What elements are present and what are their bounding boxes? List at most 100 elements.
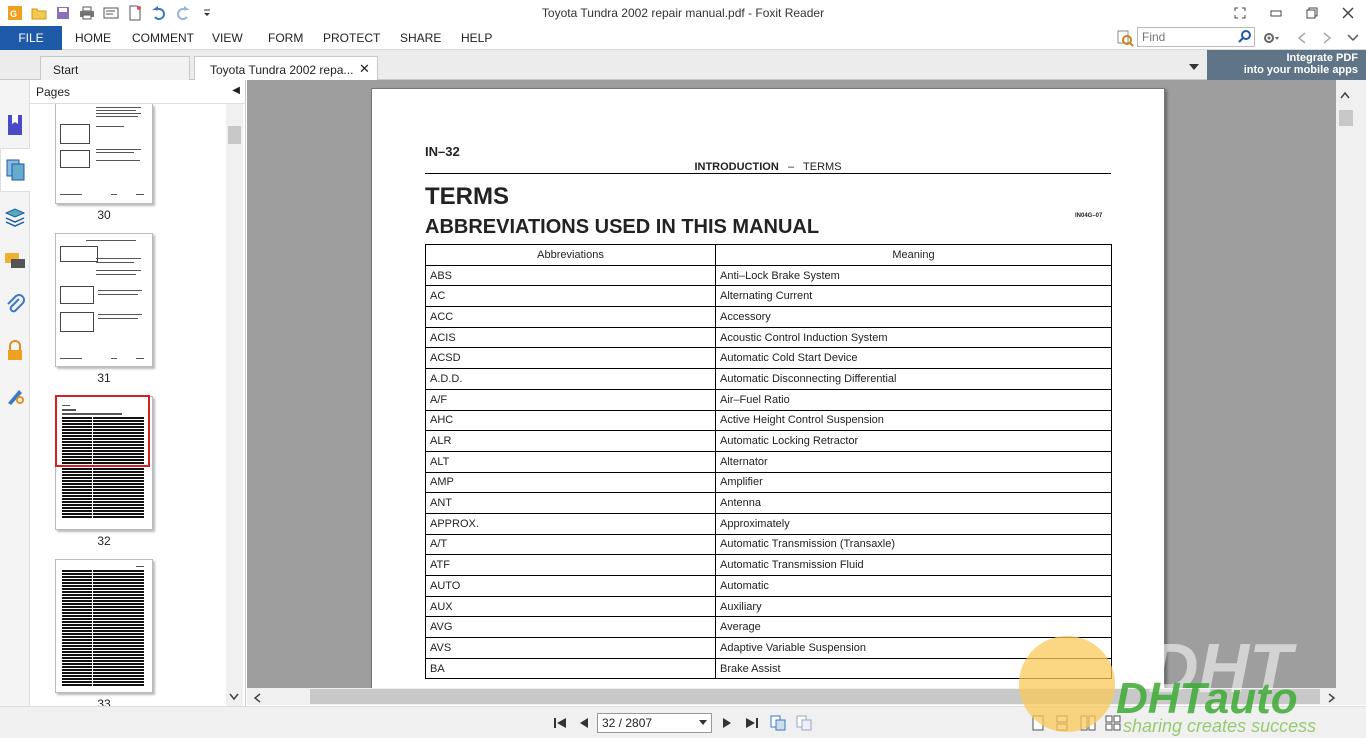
abbreviation-cell: ALT bbox=[425, 450, 716, 473]
meaning-cell: Automatic Transmission Fluid bbox=[715, 554, 1112, 576]
security-lock-icon[interactable] bbox=[4, 340, 26, 362]
continuous-view-icon[interactable] bbox=[1053, 714, 1071, 732]
window-title: Toyota Tundra 2002 repair manual.pdf - F… bbox=[541, 6, 825, 20]
page-thumbnail[interactable] bbox=[55, 233, 153, 367]
menu-help[interactable]: HELP bbox=[461, 31, 492, 45]
collapse-panel-icon[interactable]: ◀ bbox=[232, 85, 240, 96]
first-page-icon[interactable] bbox=[551, 714, 569, 732]
table-row: A/F Air–Fuel Ratio bbox=[425, 388, 1112, 411]
visible-area-frame[interactable] bbox=[55, 395, 150, 467]
navigation-pane bbox=[0, 80, 30, 706]
pages-scroll-thumb[interactable] bbox=[228, 126, 241, 144]
table-row: ALT Alternator bbox=[425, 450, 1112, 473]
header-topic: TERMS bbox=[803, 161, 842, 173]
ribbon-menu: FILE HOME COMMENT VIEW FORM PROTECT SHAR… bbox=[0, 26, 1366, 50]
menu-comment[interactable]: COMMENT bbox=[132, 31, 194, 45]
file-menu-button[interactable]: FILE bbox=[0, 26, 62, 50]
tabs-dropdown-icon[interactable] bbox=[1188, 60, 1200, 74]
pages-icon[interactable] bbox=[0, 148, 30, 192]
scroll-left-icon[interactable] bbox=[253, 692, 261, 706]
abbreviation-cell: ACSD bbox=[425, 347, 716, 370]
menu-share[interactable]: SHARE bbox=[400, 31, 441, 45]
last-page-icon[interactable] bbox=[743, 714, 761, 732]
close-button[interactable] bbox=[1330, 0, 1366, 26]
abbreviation-cell: AHC bbox=[425, 409, 716, 432]
abbreviation-cell: AUTO bbox=[425, 575, 716, 597]
table-row: ALR Automatic Locking Retractor bbox=[425, 430, 1112, 452]
next-result-icon[interactable] bbox=[1318, 29, 1336, 47]
previous-result-icon[interactable] bbox=[1293, 29, 1311, 47]
menu-protect[interactable]: PROTECT bbox=[323, 31, 380, 45]
layers-icon[interactable] bbox=[4, 206, 26, 228]
table-row: AVG Average bbox=[425, 616, 1112, 639]
running-header: INTRODUCTION – TERMS bbox=[425, 161, 1111, 173]
page-thumbnail[interactable] bbox=[55, 559, 153, 693]
previous-view-icon[interactable] bbox=[769, 714, 787, 732]
abbreviation-cell: A/F bbox=[425, 388, 716, 411]
abbreviation-cell: AUX bbox=[425, 595, 716, 618]
abbreviation-cell: AMP bbox=[425, 471, 716, 494]
document-code: IN04G–07 bbox=[1075, 213, 1103, 219]
menu-view[interactable]: VIEW bbox=[212, 31, 243, 45]
abbreviation-cell: ACC bbox=[425, 306, 716, 328]
menu-form[interactable]: FORM bbox=[268, 31, 303, 45]
attachments-icon[interactable] bbox=[4, 294, 26, 316]
scroll-right-icon[interactable] bbox=[1328, 692, 1336, 706]
tab-document[interactable]: Toyota Tundra 2002 repa... bbox=[194, 56, 378, 81]
meaning-cell: Amplifier bbox=[715, 471, 1112, 494]
vertical-scroll-thumb[interactable] bbox=[1339, 110, 1353, 126]
table-row: ACC Accessory bbox=[425, 306, 1112, 328]
fullscreen-icon[interactable] bbox=[1222, 0, 1258, 26]
continuous-facing-view-icon[interactable] bbox=[1104, 714, 1122, 732]
advanced-search-icon[interactable] bbox=[1116, 29, 1134, 47]
horizontal-scroll-thumb[interactable] bbox=[310, 689, 1320, 704]
abbreviation-cell: AVG bbox=[425, 616, 716, 639]
tab-start[interactable]: Start bbox=[40, 56, 190, 80]
ribbon-collapse-icon[interactable] bbox=[1344, 29, 1362, 47]
previous-page-icon[interactable] bbox=[575, 714, 593, 732]
column-header-meaning: Meaning bbox=[715, 244, 1112, 266]
promo-banner[interactable]: Integrate PDF into your mobile apps bbox=[1207, 50, 1366, 80]
meaning-cell: Automatic Locking Retractor bbox=[715, 430, 1112, 452]
promo-line2: into your mobile apps bbox=[1243, 64, 1358, 76]
table-row: AHC Active Height Control Suspension bbox=[425, 409, 1112, 432]
menu-home[interactable]: HOME bbox=[75, 31, 111, 45]
tab-close-icon[interactable]: ✕ bbox=[359, 61, 370, 77]
page-number-label: 31 bbox=[97, 371, 111, 385]
single-page-view-icon[interactable] bbox=[1029, 714, 1047, 732]
next-view-icon[interactable] bbox=[795, 714, 813, 732]
next-page-icon[interactable] bbox=[718, 714, 736, 732]
signatures-icon[interactable] bbox=[4, 385, 26, 407]
pdf-page: IN–32 INTRODUCTION – TERMS TERMS ABBREVI… bbox=[371, 88, 1165, 688]
page-thumbnail[interactable] bbox=[55, 104, 153, 204]
header-dash: – bbox=[787, 161, 795, 173]
facing-view-icon[interactable] bbox=[1079, 714, 1097, 732]
table-row: AVS Adaptive Variable Suspension bbox=[425, 637, 1112, 659]
header-rule bbox=[425, 173, 1111, 174]
page-label: IN–32 bbox=[425, 144, 460, 159]
meaning-cell: Average bbox=[715, 616, 1112, 639]
table-row: APPROX. Approximately bbox=[425, 512, 1112, 535]
meaning-cell: Automatic bbox=[715, 575, 1112, 597]
search-icon[interactable] bbox=[1238, 29, 1252, 46]
page-number-label: 30 bbox=[97, 208, 111, 222]
pages-panel-title: Pages bbox=[36, 85, 71, 99]
page-number-label: 32 bbox=[97, 534, 111, 548]
page-subheading: ABBREVIATIONS USED IN THIS MANUAL bbox=[425, 216, 820, 238]
gear-icon[interactable] bbox=[1262, 29, 1280, 47]
table-row: BA Brake Assist bbox=[425, 657, 1112, 680]
page-number-field[interactable]: 32 / 2807 bbox=[597, 713, 712, 733]
minimize-button[interactable] bbox=[1258, 0, 1294, 26]
abbreviation-cell: ALR bbox=[425, 430, 716, 452]
document-viewport[interactable]: IN–32 INTRODUCTION – TERMS TERMS ABBREVI… bbox=[247, 80, 1336, 688]
scroll-up-icon[interactable] bbox=[1340, 88, 1350, 102]
pages-panel-header: Pages ◀ bbox=[30, 80, 246, 104]
meaning-cell: Alternating Current bbox=[715, 285, 1112, 308]
table-row: ACSD Automatic Cold Start Device bbox=[425, 347, 1112, 370]
pages-scrollbar[interactable] bbox=[226, 104, 243, 706]
scroll-down-icon[interactable] bbox=[229, 692, 239, 704]
bookmarks-icon[interactable] bbox=[4, 114, 26, 136]
restore-button[interactable] bbox=[1294, 0, 1330, 26]
document-vertical-scrollbar[interactable] bbox=[1336, 80, 1366, 688]
comments-icon[interactable] bbox=[4, 250, 26, 272]
